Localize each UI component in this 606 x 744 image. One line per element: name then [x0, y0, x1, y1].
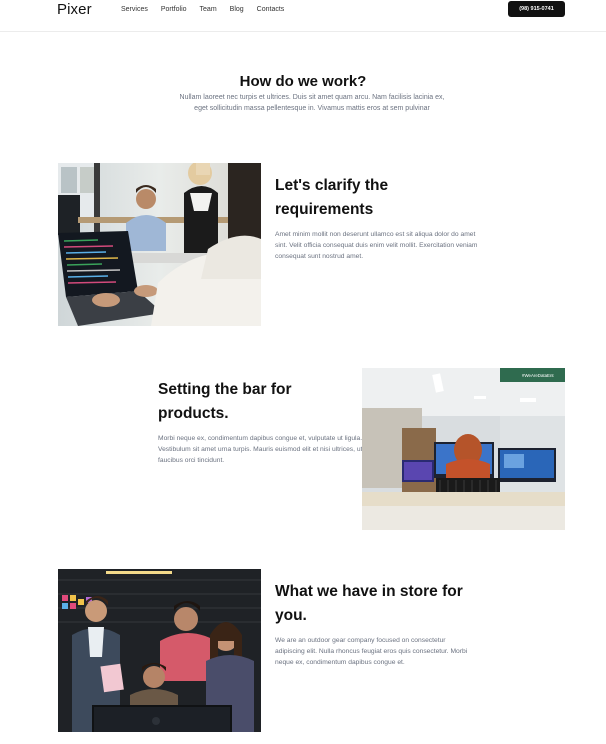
step-description-in-store: We are an outdoor gear company focused o… — [275, 637, 468, 666]
nav-link-portfolio[interactable]: Portfolio — [161, 6, 187, 13]
nav-link-blog[interactable]: Blog — [230, 6, 244, 13]
step-description-requirements: Amet minim mollit non deserunt ullamco e… — [275, 231, 478, 260]
step-title-requirements: Let's clarify the requirements — [275, 177, 389, 218]
section-heading: How do we work? — [239, 73, 367, 90]
brand-logo[interactable]: Pixer — [57, 1, 92, 18]
nav-link-contacts[interactable]: Contacts — [257, 6, 285, 13]
section-subtitle: Nullam laoreet nec turpis et ultrices. D… — [179, 94, 445, 112]
nav-link-services[interactable]: Services — [121, 6, 148, 13]
step-title-in-store: What we have in store for you. — [275, 583, 463, 624]
phone-call-button[interactable]: (98) 915-0741 — [508, 1, 565, 17]
wall-sign-text: #WeAreDataEnt — [522, 373, 554, 378]
nav-link-team[interactable]: Team — [200, 6, 217, 13]
photo-team-at-laptops — [58, 163, 261, 326]
photo-office-workstation: #WeAreDataEnt — [362, 368, 565, 530]
step-description-setting-bar: Morbi neque ex, condimentum dapibus cong… — [158, 435, 363, 464]
photo-team-collaboration — [58, 569, 261, 732]
top-navbar: Pixer Services Portfolio Team Blog Conta… — [0, 0, 606, 32]
step-title-setting-bar: Setting the bar for products. — [158, 381, 292, 422]
main-nav-links: Services Portfolio Team Blog Contacts — [121, 6, 297, 13]
